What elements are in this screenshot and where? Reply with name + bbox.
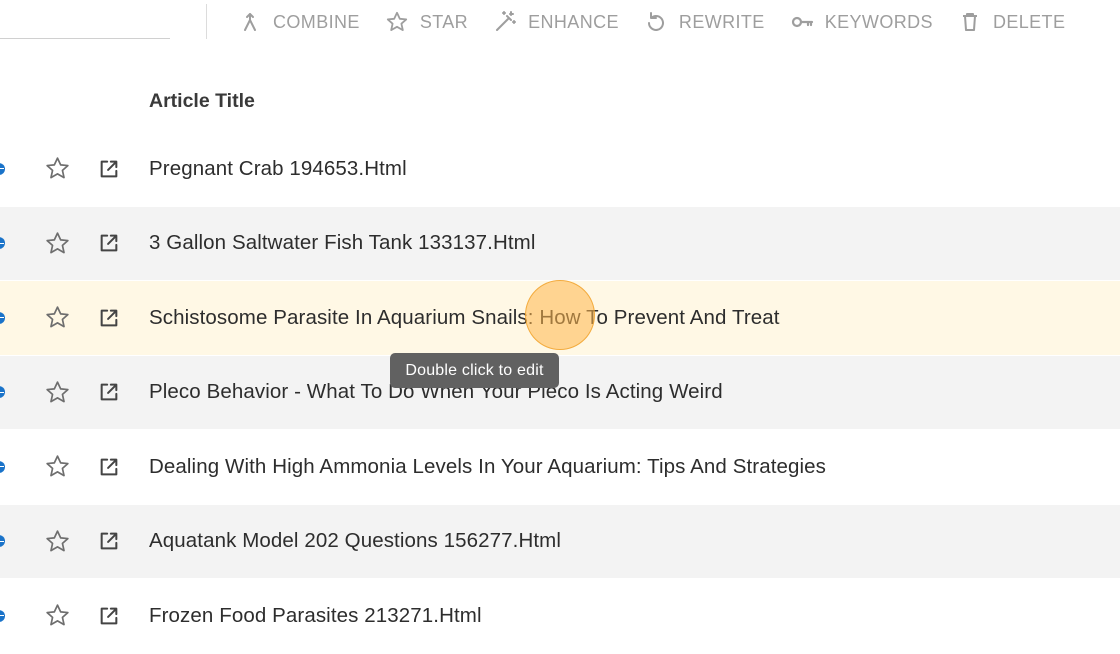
star-outline-icon[interactable] [44,602,71,629]
merge-icon [244,13,256,31]
enhance-button[interactable]: ENHANCE [493,10,619,34]
article-title[interactable]: 3 Gallon Saltwater Fish Tank 133137.Html [149,231,535,255]
star-outline-icon[interactable] [44,155,71,182]
open-in-new-icon[interactable] [98,307,120,329]
star-outline-icon[interactable] [44,528,71,555]
article-title[interactable]: Dealing With High Ammonia Levels In Your… [149,455,826,479]
open-in-new-icon[interactable] [98,456,120,478]
combine-button[interactable]: COMBINE [238,10,360,34]
rewrite-label: REWRITE [678,11,765,32]
globe-icon [0,609,5,622]
globe-icon [0,535,5,548]
table-row[interactable]: Dealing With High Ammonia Levels In Your… [0,430,1120,505]
column-header-article-title[interactable]: Article Title [149,90,255,113]
rotate-icon [647,12,664,31]
open-in-new-icon[interactable] [98,158,120,180]
toolbar-divider [206,4,207,39]
globe-icon [0,162,5,175]
star-outline-icon [386,11,407,31]
star-outline-icon[interactable] [44,379,71,406]
search-input-underline[interactable] [0,38,170,39]
table-row[interactable]: 3 Gallon Saltwater Fish Tank 133137.Html [0,206,1120,281]
rewrite-button[interactable]: REWRITE [644,10,765,34]
key-icon [791,16,813,28]
combine-label: COMBINE [273,11,360,32]
globe-icon [0,311,5,324]
enhance-label: ENHANCE [528,11,619,32]
keywords-label: KEYWORDS [824,11,933,32]
trash-icon [962,13,977,31]
article-title[interactable]: Aquatank Model 202 Questions 156277.Html [149,529,561,553]
open-in-new-icon[interactable] [98,232,120,254]
edit-tooltip: Double click to edit [390,353,559,388]
star-label: STAR [419,11,469,32]
table-row[interactable]: Frozen Food Parasites 213271.Html [0,579,1120,654]
table-row[interactable]: Pleco Behavior - What To Do When Your Pl… [0,355,1120,430]
globe-icon [0,386,5,399]
star-outline-icon[interactable] [44,304,71,331]
open-in-new-icon[interactable] [98,381,120,403]
open-in-new-icon[interactable] [98,530,120,552]
table-row[interactable]: Pregnant Crab 194653.Html [0,132,1120,207]
toolbar: COMBINE STAR ENHANCE REWRITE KEYWORDS DE… [238,4,1065,40]
star-outline-icon[interactable] [44,453,71,480]
table-row[interactable]: Schistosome Parasite In Aquarium Snails:… [0,281,1120,356]
open-in-new-icon[interactable] [98,605,120,627]
article-title[interactable]: Frozen Food Parasites 213271.Html [149,604,482,628]
delete-label: DELETE [992,11,1066,32]
keywords-button[interactable]: KEYWORDS [790,10,933,34]
magic-wand-icon [496,11,517,31]
article-title[interactable]: Pregnant Crab 194653.Html [149,157,407,181]
delete-button[interactable]: DELETE [958,10,1065,34]
table-row[interactable]: Aquatank Model 202 Questions 156277.Html [0,504,1120,579]
globe-icon [0,237,5,250]
star-outline-icon[interactable] [44,230,71,257]
article-table: Pregnant Crab 194653.Html 3 Gallon Saltw… [0,132,1120,654]
article-title[interactable]: Schistosome Parasite In Aquarium Snails:… [149,306,780,330]
star-button[interactable]: STAR [385,10,468,34]
globe-icon [0,460,5,473]
